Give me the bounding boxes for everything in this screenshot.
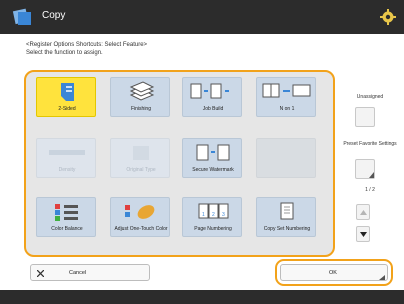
tile-label: Original Type (126, 167, 156, 173)
svg-text:2: 2 (212, 212, 215, 218)
n-on-1-icon (262, 83, 311, 98)
instructions: <Register Options Shortcuts: Select Feat… (26, 41, 147, 57)
tile-label: Job Build (202, 106, 224, 112)
instruction-title: <Register Options Shortcuts: Select Feat… (26, 42, 148, 48)
ok-label: OK (329, 270, 337, 276)
triangle-down-icon (360, 232, 367, 237)
tile-n-on-1[interactable]: N on 1 (256, 77, 316, 117)
preset-favorite-button[interactable] (355, 159, 375, 179)
corner-arrow-icon (379, 275, 385, 280)
preset-favorite-label: Preset Favorite Settings (343, 141, 397, 147)
tile-empty (256, 138, 316, 178)
tile-job-build[interactable]: Job Build (182, 77, 242, 117)
title-bar: Copy (0, 0, 404, 34)
scroll-up-button[interactable] (356, 204, 370, 220)
finishing-icon (129, 81, 155, 101)
copy-set-numbering-icon (280, 202, 294, 220)
density-icon (49, 150, 85, 155)
tile-label: Copy Set Numbering (263, 226, 311, 232)
tile-label: Color Balance (51, 226, 83, 232)
tile-color-balance[interactable]: Color Balance (36, 197, 96, 237)
tile-finishing[interactable]: Finishing (110, 77, 170, 117)
page-numbering-icon: 1 2 3 (198, 203, 229, 219)
unassigned-label: Unassigned (356, 94, 384, 100)
status-bar (0, 290, 404, 304)
tile-label: Adjust One-Touch Color (114, 226, 168, 232)
two-sided-icon (61, 83, 74, 101)
tile-label: Secure Watermark (192, 167, 234, 173)
original-type-icon (133, 146, 149, 160)
tile-adjust-one-touch-color[interactable]: Adjust One-Touch Color (110, 197, 170, 237)
ok-button[interactable]: OK (280, 264, 388, 281)
color-balance-icon (55, 204, 78, 221)
tile-2-sided[interactable]: 2-Sided (36, 77, 96, 117)
gear-icon[interactable] (380, 9, 396, 25)
tile-label: Density (58, 167, 76, 173)
instruction-text: Select the function to assign. (26, 50, 103, 56)
adjust-color-icon (125, 205, 155, 219)
scroll-down-button[interactable] (356, 226, 370, 242)
job-build-icon (190, 83, 229, 99)
svg-text:3: 3 (222, 212, 225, 218)
close-icon (37, 270, 44, 277)
tile-label: Page Numbering (194, 226, 232, 232)
tile-density: Density (36, 138, 96, 178)
tile-original-type: Original Type (110, 138, 170, 178)
cancel-label: Cancel (69, 270, 87, 276)
function-grid: 2-Sided Finishing Job Build N on 1 Densi… (24, 70, 335, 257)
copy-app-icon (12, 8, 31, 25)
tile-copy-set-numbering[interactable]: Copy Set Numbering (256, 197, 316, 237)
secure-watermark-icon (196, 144, 230, 161)
triangle-up-icon (360, 210, 367, 215)
tile-label: 2-Sided (58, 106, 76, 112)
app-title: Copy (42, 10, 66, 21)
corner-arrow-icon (369, 172, 374, 178)
tile-secure-watermark[interactable]: Secure Watermark (182, 138, 242, 178)
tile-label: N on 1 (279, 106, 295, 112)
page-indicator: 1 / 2 (365, 187, 375, 193)
tile-page-numbering[interactable]: 1 2 3 Page Numbering (182, 197, 242, 237)
unassigned-button[interactable] (355, 107, 375, 127)
tile-label: Finishing (130, 106, 151, 112)
svg-text:1: 1 (202, 212, 205, 218)
cancel-button[interactable]: Cancel (30, 264, 150, 281)
